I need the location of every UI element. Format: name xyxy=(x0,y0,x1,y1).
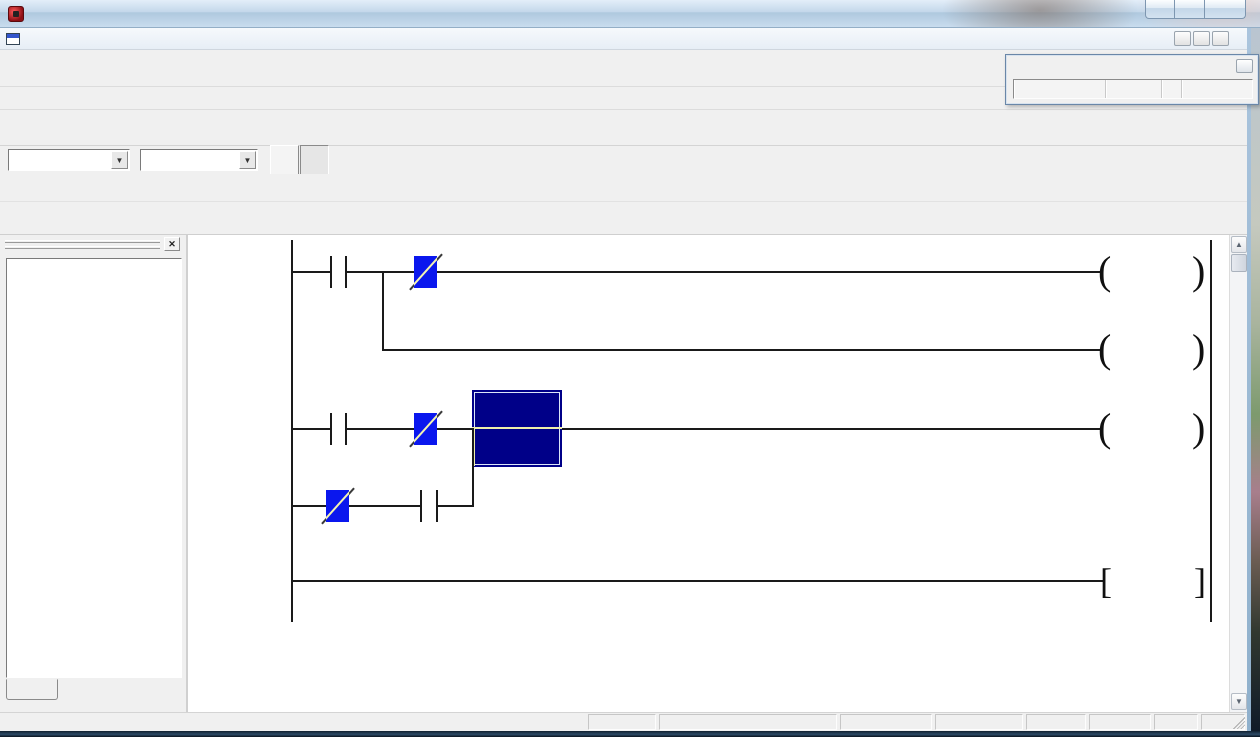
energized-contact-y000 xyxy=(414,413,437,445)
contact-bar xyxy=(330,256,332,288)
block-selector-combo[interactable]: ▼ xyxy=(140,149,258,171)
mdi-child-icon[interactable] xyxy=(6,33,20,45)
coil-open-paren: ( xyxy=(1098,249,1111,293)
vertical-scrollbar[interactable]: ▲ ▼ xyxy=(1229,235,1247,712)
branch-line xyxy=(472,428,474,507)
monitor-status-panel xyxy=(1013,79,1253,99)
monitor-scan-time xyxy=(1014,80,1106,98)
right-power-rail xyxy=(1210,240,1212,622)
project-tree xyxy=(6,258,182,678)
status-sim xyxy=(659,714,837,730)
new-window-button[interactable] xyxy=(270,145,299,175)
maximize-button[interactable] xyxy=(1175,0,1204,19)
program-selector-combo[interactable]: ▼ xyxy=(8,149,130,171)
monitor-memory xyxy=(1182,80,1250,98)
coil-close-paren: ) xyxy=(1192,327,1205,371)
ladder-editor-canvas[interactable]: ( ) ( ) ( xyxy=(190,235,1247,712)
instruction-close-bracket: ] xyxy=(1194,561,1206,601)
window-bottom-border xyxy=(0,731,1260,737)
ladder-symbol-toolbar xyxy=(0,110,1247,146)
status-empty-1 xyxy=(840,714,932,730)
menu-bar xyxy=(0,28,1247,50)
status-plc-type xyxy=(588,714,656,730)
small-toolbar-b xyxy=(0,202,1247,235)
panel-grip[interactable] xyxy=(5,240,160,252)
desktop-wallpaper-strip xyxy=(1251,28,1260,731)
status-empty-3 xyxy=(1026,714,1086,730)
monitor-spacer xyxy=(1162,80,1182,98)
energized-contact-m1 xyxy=(414,256,437,288)
monitor-status-window xyxy=(1005,54,1259,105)
coil-close-paren: ) xyxy=(1192,406,1205,450)
edit-cursor-cell[interactable] xyxy=(472,390,562,467)
instruction-open-bracket: [ xyxy=(1100,561,1112,601)
branch-line xyxy=(382,271,384,351)
data-switching-toolbar: ▼ ▼ xyxy=(0,146,1247,174)
mdi-restore-button[interactable] xyxy=(1193,31,1210,46)
coil-open-paren: ( xyxy=(1098,327,1111,371)
workspace: ✕ ( ) ( xyxy=(0,235,1247,712)
contact-bar xyxy=(420,490,422,522)
scroll-up-icon[interactable]: ▲ xyxy=(1231,236,1247,253)
mdi-close-button[interactable] xyxy=(1212,31,1229,46)
gx-developer-window: ▼ ▼ ✕ xyxy=(0,0,1260,737)
app-icon xyxy=(8,6,24,22)
chevron-down-icon[interactable]: ▼ xyxy=(111,151,128,169)
coil-close-paren: ) xyxy=(1192,249,1205,293)
left-power-rail xyxy=(291,240,293,622)
status-empty-4 xyxy=(1089,714,1151,730)
monitor-cpu-state xyxy=(1106,80,1162,98)
small-toolbar-a xyxy=(0,174,1247,202)
chevron-down-icon[interactable]: ▼ xyxy=(239,151,256,169)
project-tree-toggle-button[interactable] xyxy=(300,145,329,175)
mdi-minimize-button[interactable] xyxy=(1174,31,1191,46)
energized-contact-m0 xyxy=(326,490,349,522)
project-tab[interactable] xyxy=(6,679,58,700)
minimize-button[interactable] xyxy=(1145,0,1175,19)
panel-close-icon[interactable]: ✕ xyxy=(164,237,180,251)
monitor-close-icon[interactable] xyxy=(1236,59,1253,73)
status-empty-2 xyxy=(935,714,1023,730)
resize-grip[interactable] xyxy=(1233,717,1245,729)
close-button[interactable] xyxy=(1204,0,1246,19)
status-bar xyxy=(0,712,1247,731)
scroll-down-icon[interactable]: ▼ xyxy=(1231,693,1247,710)
coil-open-paren: ( xyxy=(1098,406,1111,450)
status-num-lock xyxy=(1154,714,1198,730)
scrollbar-thumb[interactable] xyxy=(1231,254,1247,272)
title-bar xyxy=(0,0,1260,28)
contact-bar xyxy=(330,413,332,445)
project-tree-panel: ✕ xyxy=(0,235,188,712)
